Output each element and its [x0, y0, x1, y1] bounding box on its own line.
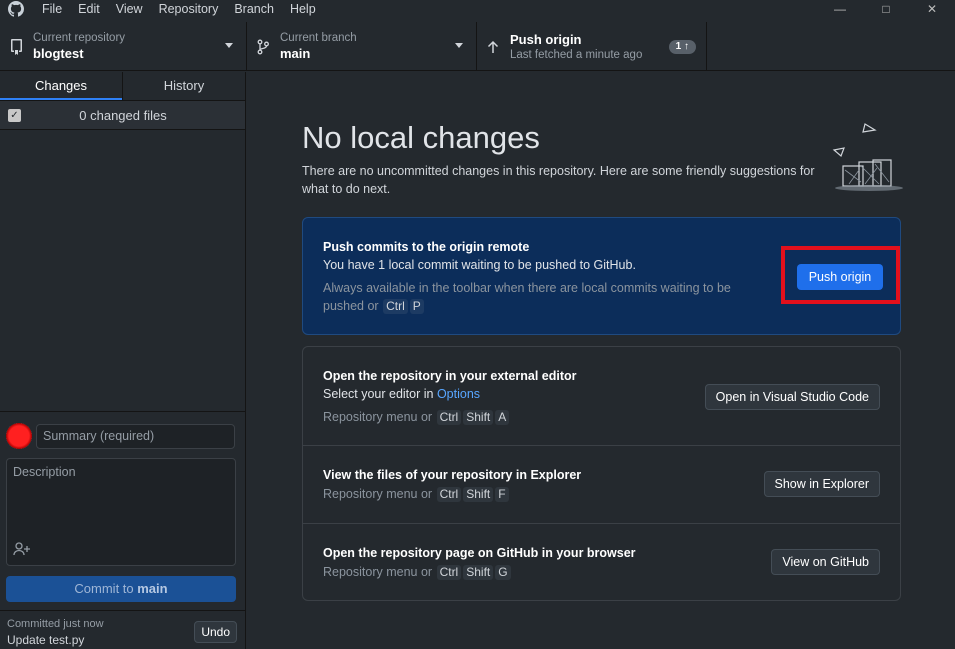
page-title: No local changes	[302, 120, 540, 155]
shortcut-key: Shift	[463, 565, 494, 580]
row-menu-text: Repository menu or	[323, 487, 433, 501]
caret-down-icon	[455, 43, 463, 48]
open-in-vscode-button[interactable]: Open in Visual Studio Code	[704, 384, 880, 410]
commit-button-branch: main	[137, 581, 168, 596]
menu-repository[interactable]: Repository	[151, 0, 227, 18]
branch-icon	[255, 39, 271, 55]
row-editor-line: Select your editor in Options	[323, 387, 480, 401]
current-repository-button[interactable]: Current repository blogtest	[0, 22, 247, 71]
avatar	[6, 423, 32, 449]
summary-input[interactable]: Summary (required)	[36, 423, 235, 449]
menu-edit[interactable]: Edit	[70, 0, 108, 18]
menu-view[interactable]: View	[108, 0, 151, 18]
branch-label: Current branch	[280, 32, 357, 44]
toolbar: Current repository blogtest Current bran…	[0, 22, 955, 71]
options-link[interactable]: Options	[437, 387, 480, 401]
add-coauthor-icon[interactable]	[13, 542, 31, 559]
shortcut-key: G	[495, 565, 511, 580]
repo-name: blogtest	[33, 46, 84, 61]
close-icon[interactable]: ✕	[909, 0, 955, 18]
changed-files-count: 0 changed files	[79, 107, 167, 123]
row-menu-text: Repository menu or	[323, 410, 433, 424]
select-all-checkbox[interactable]: ✓	[8, 108, 21, 122]
menu-file[interactable]: File	[34, 0, 70, 18]
shortcut-key: F	[495, 487, 509, 502]
sidebar-tabs: Changes History	[0, 72, 245, 101]
ahead-count-badge: 1 ↑	[668, 40, 696, 54]
empty-state-illustration	[832, 123, 903, 191]
menu-help[interactable]: Help	[282, 0, 324, 18]
row-title: Open the repository in your external edi…	[323, 369, 577, 383]
push-suggestion-card: Push commits to the origin remote You ha…	[302, 217, 901, 335]
repo-icon	[8, 38, 24, 55]
shortcut-key: Ctrl	[383, 299, 408, 314]
shortcut-key: Ctrl	[436, 410, 462, 425]
row-shortcut: Repository menu or Ctrl Shift A	[323, 408, 510, 426]
last-commit-panel: Committed just now Update test.py Undo	[0, 610, 246, 649]
commit-area: Summary (required) Description Commit to…	[0, 411, 246, 610]
repo-label: Current repository	[33, 32, 126, 44]
tab-changes[interactable]: Changes	[0, 72, 122, 100]
shortcut-key: P	[409, 299, 424, 314]
push-card-hint-text-2: pushed or	[323, 299, 379, 313]
shortcut-key: Ctrl	[436, 487, 462, 502]
push-card-hint-text: Always available in the toolbar when the…	[323, 281, 731, 295]
push-card-description: You have 1 local commit waiting to be pu…	[323, 258, 636, 272]
caret-down-icon	[225, 43, 233, 48]
main-panel: No local changes There are no uncommitte…	[247, 72, 955, 649]
title-bar: File Edit View Repository Branch Help — …	[0, 0, 955, 18]
last-fetched: Last fetched a minute ago	[510, 49, 643, 61]
page-subtitle: There are no uncommitted changes in this…	[302, 164, 815, 196]
branch-name: main	[280, 46, 311, 61]
commit-button[interactable]: Commit to main	[6, 576, 236, 602]
list-item-view-github: Open the repository page on GitHub in yo…	[303, 524, 900, 600]
row-menu-text: Repository menu or	[323, 565, 433, 579]
row-shortcut: Repository menu or Ctrl Shift G	[323, 563, 512, 581]
push-origin-button[interactable]: Push origin	[797, 264, 883, 290]
push-label: Push origin	[510, 32, 582, 47]
shortcut-key: Shift	[463, 410, 494, 425]
push-card-title: Push commits to the origin remote	[323, 240, 530, 254]
suggestions-list: Open the repository in your external edi…	[302, 346, 901, 601]
push-card-hint: Always available in the toolbar when the…	[323, 279, 763, 315]
show-in-explorer-button[interactable]: Show in Explorer	[763, 471, 880, 497]
current-branch-button[interactable]: Current branch main	[247, 22, 477, 71]
arrow-up-icon	[485, 40, 501, 54]
shortcut-key: Ctrl	[436, 565, 462, 580]
undo-button[interactable]: Undo	[194, 621, 237, 643]
last-commit-time: Committed just now	[7, 618, 104, 630]
sidebar: Changes History ✓ 0 changed files Summar…	[0, 72, 246, 649]
description-placeholder: Description	[13, 465, 76, 479]
commit-button-prefix: Commit to	[74, 581, 138, 596]
list-item-show-explorer: View the files of your repository in Exp…	[303, 446, 900, 524]
github-logo-icon	[8, 1, 24, 17]
row-editor-prefix: Select your editor in	[323, 387, 437, 401]
minimize-icon[interactable]: —	[817, 0, 863, 18]
changes-header: ✓ 0 changed files	[0, 101, 245, 130]
shortcut-key: Shift	[463, 487, 494, 502]
menu-branch[interactable]: Branch	[226, 0, 282, 18]
maximize-icon[interactable]: □	[863, 0, 909, 18]
last-commit-message: Update test.py	[7, 633, 85, 647]
tab-history[interactable]: History	[122, 72, 245, 100]
description-field[interactable]: Description	[6, 458, 236, 566]
shortcut-key: A	[495, 410, 510, 425]
view-on-github-button[interactable]: View on GitHub	[771, 549, 880, 575]
push-origin-toolbar-button[interactable]: Push origin Last fetched a minute ago 1 …	[477, 22, 707, 71]
row-title: Open the repository page on GitHub in yo…	[323, 546, 636, 560]
row-shortcut: Repository menu or Ctrl Shift F	[323, 485, 510, 503]
row-title: View the files of your repository in Exp…	[323, 468, 582, 482]
list-item-open-editor: Open the repository in your external edi…	[303, 347, 900, 446]
